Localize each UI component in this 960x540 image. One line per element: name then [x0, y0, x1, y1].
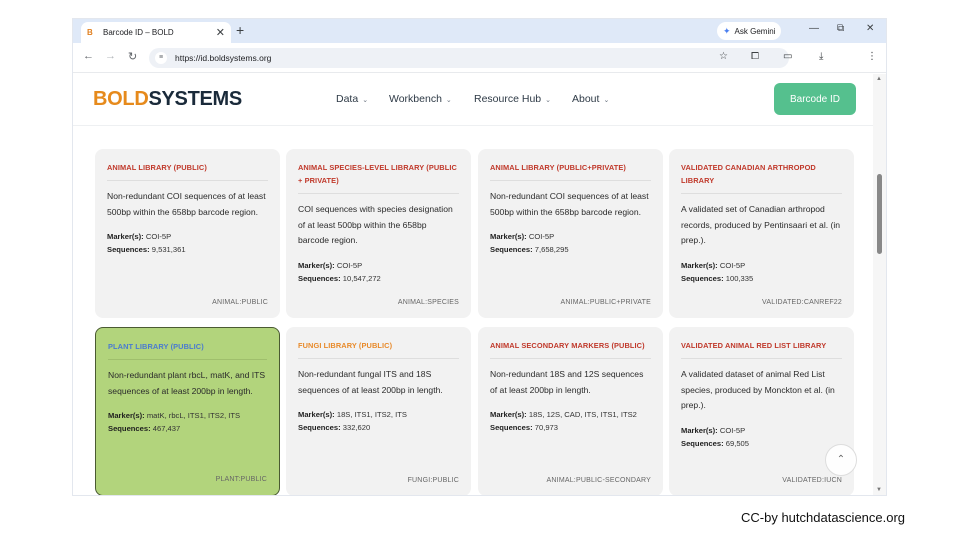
site-header: BOLDSYSTEMS Data ⌄ Workbench ⌄ Resource Hu… — [73, 74, 873, 126]
card-sequences: Sequences: 70,973 — [490, 423, 558, 432]
close-window-button[interactable]: ✕ — [866, 23, 874, 34]
card-description: Non-redundant 18S and 12S sequences of a… — [490, 369, 644, 395]
browser-toolbar: ← → ↻ ≡ https://id.boldsystems.org ☆ ⧠ ▭… — [73, 43, 886, 73]
nav-about[interactable]: About ⌄ — [572, 93, 609, 105]
card-description: Non-redundant plant rbcL, matK, and ITS … — [108, 370, 266, 396]
card-sequences: Sequences: 7,658,295 — [490, 245, 569, 254]
library-card[interactable]: ANIMAL SECONDARY MARKERS (PUBLIC) Non-re… — [478, 327, 663, 495]
gemini-label: Ask Gemini — [734, 26, 776, 36]
reload-icon[interactable]: ↻ — [128, 50, 137, 63]
card-tag: VALIDATED:CANREF22 — [762, 299, 842, 306]
scroll-thumb[interactable] — [877, 174, 882, 254]
card-tag: ANIMAL:SPECIES — [397, 299, 459, 306]
card-sequences: Sequences: 467,437 — [108, 424, 181, 433]
tab-title: Barcode ID – BOLD — [103, 28, 174, 37]
card-description: A validated set of Canadian arthropod re… — [681, 204, 841, 245]
card-markers: Marker(s): COI-5P — [681, 260, 746, 270]
card-markers: Marker(s): 18S, 12S, CAD, ITS, ITS1, ITS… — [490, 410, 637, 419]
card-description: COI sequences with species designation o… — [298, 204, 453, 245]
cast-icon[interactable]: ▭ — [783, 51, 792, 62]
library-card[interactable]: VALIDATED ANIMAL RED LIST LIBRARY A vali… — [669, 327, 854, 495]
card-title: VALIDATED ANIMAL RED LIST LIBRARY — [681, 339, 842, 359]
barcode-id-button[interactable]: Barcode ID — [774, 83, 856, 115]
minimize-button[interactable]: — — [809, 23, 819, 34]
page-scrollbar[interactable]: ▲ ▼ — [873, 74, 886, 495]
card-title: ANIMAL SPECIES-LEVEL LIBRARY (PUBLIC + P… — [298, 161, 459, 194]
download-icon[interactable]: ⤓ — [819, 51, 823, 62]
browser-window: B Barcode ID – BOLD ✕ + ✦ Ask Gemini — ⧉… — [73, 19, 886, 495]
library-card[interactable]: ANIMAL LIBRARY (PUBLIC+PRIVATE) Non-redu… — [478, 149, 663, 318]
library-card[interactable]: ANIMAL SPECIES-LEVEL LIBRARY (PUBLIC + P… — [286, 149, 471, 318]
address-bar[interactable]: ≡ https://id.boldsystems.org — [149, 48, 789, 68]
bookmark-star-icon[interactable]: ☆ — [719, 51, 728, 62]
tab-close-icon[interactable]: ✕ — [216, 26, 225, 39]
card-markers: Marker(s): COI-5P — [490, 232, 555, 241]
credit-text: CC-by hutchdatascience.org — [741, 510, 906, 525]
library-grid: ANIMAL LIBRARY (PUBLIC) Non-redundant CO… — [73, 126, 873, 495]
card-title: ANIMAL LIBRARY (PUBLIC+PRIVATE) — [490, 161, 651, 181]
tab-bar: B Barcode ID – BOLD ✕ + ✦ Ask Gemini — ⧉… — [73, 19, 886, 43]
library-card[interactable]: ANIMAL LIBRARY (PUBLIC) Non-redundant CO… — [95, 149, 280, 318]
card-description: Non-redundant COI sequences of at least … — [107, 191, 266, 217]
card-sequences: Sequences: 69,505 — [681, 438, 749, 448]
card-markers: Marker(s): COI-5P — [107, 232, 172, 241]
ask-gemini-button[interactable]: ✦ Ask Gemini — [717, 22, 782, 40]
scroll-down-arrow-icon[interactable]: ▼ — [876, 487, 882, 493]
card-sequences: Sequences: 9,531,361 — [107, 245, 186, 254]
card-sequences: Sequences: 100,335 — [681, 273, 754, 283]
library-card[interactable]: VALIDATED CANADIAN ARTHROPOD LIBRARY A v… — [669, 149, 854, 318]
chevron-down-icon: ⌄ — [603, 97, 610, 104]
card-tag: ANIMAL:PUBLIC-SECONDARY — [546, 477, 651, 484]
card-tag: ANIMAL:PUBLIC+PRIVATE — [560, 299, 651, 306]
card-sequences: Sequences: 10,547,272 — [298, 273, 381, 283]
scroll-up-arrow-icon[interactable]: ▲ — [876, 76, 882, 82]
back-to-top-button[interactable]: ⌃ — [825, 444, 857, 476]
menu-kebab-icon[interactable]: ⋮ — [867, 51, 877, 62]
extensions-icon[interactable]: ⧠ — [751, 51, 759, 62]
card-title: ANIMAL SECONDARY MARKERS (PUBLIC) — [490, 339, 651, 359]
restore-button[interactable]: ⧉ — [837, 23, 844, 34]
library-card-selected[interactable]: PLANT LIBRARY (PUBLIC) Non-redundant pla… — [95, 327, 280, 495]
card-tag: FUNGI:PUBLIC — [407, 477, 459, 484]
card-title: FUNGI LIBRARY (PUBLIC) — [298, 339, 459, 359]
card-markers: Marker(s): matK, rbcL, ITS1, ITS2, ITS — [108, 411, 241, 420]
card-tag: PLANT:PUBLIC — [215, 476, 267, 483]
nav-resource-hub[interactable]: Resource Hub ⌄ — [474, 93, 551, 105]
card-title: PLANT LIBRARY (PUBLIC) — [108, 340, 267, 360]
browser-tab[interactable]: B Barcode ID – BOLD ✕ — [81, 22, 231, 43]
site-info-icon[interactable]: ≡ — [155, 52, 167, 64]
card-description: Non-redundant COI sequences of at least … — [490, 191, 649, 217]
chevron-down-icon: ⌄ — [362, 97, 369, 104]
back-icon[interactable]: ← — [83, 50, 94, 62]
card-markers: Marker(s): COI-5P — [681, 425, 746, 435]
chevron-down-icon: ⌄ — [445, 97, 452, 104]
card-description: Non-redundant fungal ITS and 18S sequenc… — [298, 369, 443, 395]
url-text: https://id.boldsystems.org — [175, 53, 272, 63]
card-markers: Marker(s): 18S, ITS1, ITS2, ITS — [298, 410, 407, 419]
nav-data[interactable]: Data ⌄ — [336, 93, 368, 105]
card-title: ANIMAL LIBRARY (PUBLIC) — [107, 161, 268, 181]
card-markers: Marker(s): COI-5P — [298, 260, 363, 270]
nav-workbench[interactable]: Workbench ⌄ — [389, 93, 452, 105]
gemini-star-icon: ✦ — [723, 25, 731, 36]
favicon-icon: B — [87, 27, 93, 37]
chevron-down-icon: ⌄ — [545, 97, 551, 104]
bold-systems-logo[interactable]: BOLDSYSTEMS — [93, 88, 242, 111]
library-card[interactable]: FUNGI LIBRARY (PUBLIC) Non-redundant fun… — [286, 327, 471, 495]
chevron-up-icon: ⌃ — [836, 454, 846, 465]
card-title: VALIDATED CANADIAN ARTHROPOD LIBRARY — [681, 161, 842, 194]
card-sequences: Sequences: 332,620 — [298, 423, 371, 432]
card-tag: VALIDATED:IUCN — [782, 477, 842, 484]
new-tab-button[interactable]: + — [236, 22, 244, 38]
forward-icon[interactable]: → — [105, 50, 116, 62]
card-tag: ANIMAL:PUBLIC — [212, 299, 268, 306]
card-description: A validated dataset of animal Red List s… — [681, 369, 835, 410]
